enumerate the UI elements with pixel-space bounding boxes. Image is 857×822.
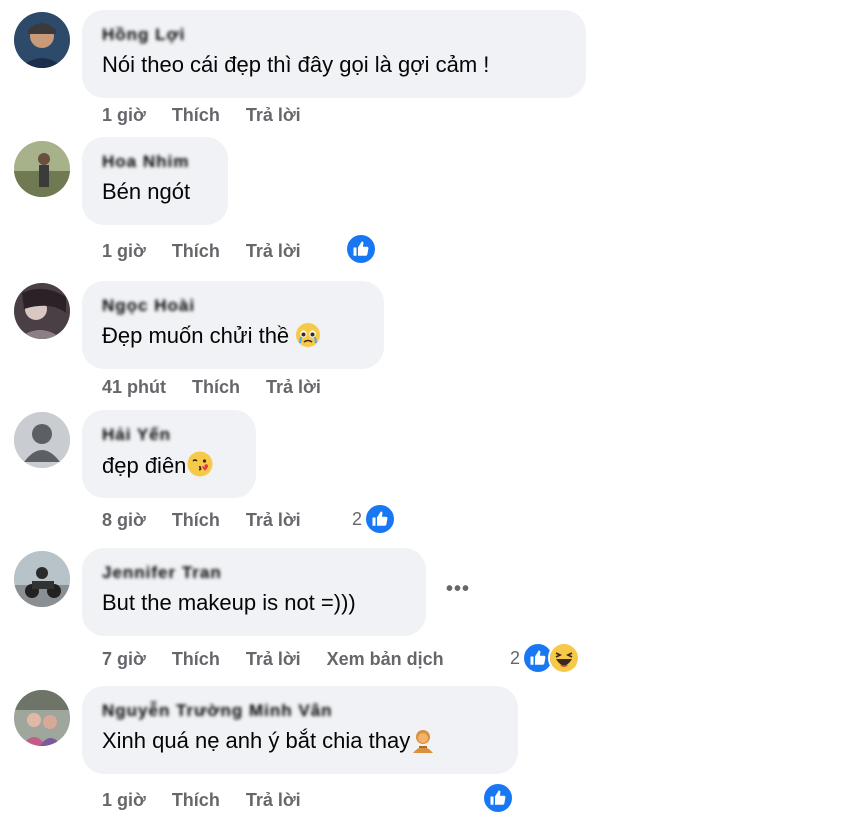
reaction-summary[interactable]: 2 bbox=[352, 503, 397, 535]
comment-bubble: Ngọc Hoài Đẹp muốn chửi thề bbox=[82, 281, 384, 369]
like-icon bbox=[482, 782, 514, 814]
crying-face-emoji bbox=[295, 322, 321, 356]
more-options-button[interactable]: ••• bbox=[446, 578, 470, 601]
avatar[interactable] bbox=[14, 141, 70, 197]
comment-actions: 1 giờ Thích Trả lời bbox=[102, 239, 327, 263]
like-icon bbox=[364, 503, 397, 535]
comment-actions: 1 giờ Thích Trả lời bbox=[102, 788, 327, 812]
haha-icon bbox=[548, 642, 581, 674]
reply-action[interactable]: Trả lời bbox=[246, 649, 301, 670]
commenter-name[interactable]: Ngọc Hoài bbox=[102, 295, 364, 317]
comment-time[interactable]: 7 giờ bbox=[102, 649, 146, 670]
comment-text-value: đẹp điên bbox=[102, 453, 187, 478]
comment-actions: 8 giờ Thích Trả lời bbox=[102, 508, 327, 532]
comment-actions: 7 giờ Thích Trả lời Xem bản dịch bbox=[102, 647, 470, 671]
commenter-name[interactable]: Jennifer Tran bbox=[102, 562, 406, 584]
comment-text: Đẹp muốn chửi thề bbox=[102, 321, 364, 356]
comment-text: đẹp điên bbox=[102, 450, 236, 486]
commenter-name[interactable]: Hồng Lợi bbox=[102, 24, 566, 46]
comment-bubble: Hoa Nhim Bén ngót bbox=[82, 137, 228, 225]
reply-action[interactable]: Trả lời bbox=[246, 510, 301, 531]
comment-time[interactable]: 1 giờ bbox=[102, 790, 146, 811]
reply-action[interactable]: Trả lời bbox=[246, 241, 301, 262]
comment-text: But the makeup is not =))) bbox=[102, 590, 356, 615]
like-action[interactable]: Thích bbox=[172, 241, 220, 262]
comment-time[interactable]: 41 phút bbox=[102, 377, 166, 398]
commenter-name[interactable]: Hải Yến bbox=[102, 424, 236, 446]
translate-action[interactable]: Xem bản dịch bbox=[327, 649, 444, 670]
comment-text: Xinh quá nẹ anh ý bắt chia thay bbox=[102, 726, 498, 761]
comment-bubble: Nguyễn Trường Minh Vân Xinh quá nẹ anh ý… bbox=[82, 686, 518, 774]
comment-text-value: Đẹp muốn chửi thề bbox=[102, 323, 290, 348]
comment-text: Bén ngót bbox=[102, 179, 191, 204]
avatar[interactable] bbox=[14, 690, 70, 746]
like-action[interactable]: Thích bbox=[172, 649, 220, 670]
comment-bubble: Jennifer Tran But the makeup is not =))) bbox=[82, 548, 426, 636]
commenter-name[interactable]: Hoa Nhim bbox=[102, 151, 208, 173]
like-action[interactable]: Thích bbox=[172, 105, 220, 126]
like-action[interactable]: Thích bbox=[172, 790, 220, 811]
like-action[interactable]: Thích bbox=[192, 377, 240, 398]
comment-bubble: Hồng Lợi Nói theo cái đẹp thì đây gọi là… bbox=[82, 10, 586, 98]
reaction-summary[interactable] bbox=[482, 782, 514, 814]
like-action[interactable]: Thích bbox=[172, 510, 220, 531]
reaction-summary[interactable]: 2 bbox=[510, 642, 581, 674]
like-icon bbox=[345, 233, 377, 265]
reply-action[interactable]: Trả lời bbox=[246, 790, 301, 811]
comment-time[interactable]: 8 giờ bbox=[102, 510, 146, 531]
comment-actions: 1 giờ Thích Trả lời bbox=[102, 103, 327, 127]
reply-action[interactable]: Trả lời bbox=[246, 105, 301, 126]
avatar[interactable] bbox=[14, 551, 70, 607]
reaction-count: 2 bbox=[510, 647, 521, 668]
reaction-summary[interactable] bbox=[345, 233, 377, 265]
avatar[interactable] bbox=[14, 12, 70, 68]
comment-bubble: Hải Yến đẹp điên bbox=[82, 410, 256, 498]
avatar[interactable] bbox=[14, 283, 70, 339]
reaction-count: 2 bbox=[352, 508, 363, 529]
comment-text: Nói theo cái đẹp thì đây gọi là gợi cảm … bbox=[102, 52, 490, 77]
comment-actions: 41 phút Thích Trả lời bbox=[102, 375, 347, 399]
comment-time[interactable]: 1 giờ bbox=[102, 241, 146, 262]
kissing-face-emoji bbox=[186, 450, 214, 486]
commenter-name[interactable]: Nguyễn Trường Minh Vân bbox=[102, 700, 498, 722]
person-emoji bbox=[410, 727, 436, 761]
reply-action[interactable]: Trả lời bbox=[266, 377, 321, 398]
comment-text-value: Xinh quá nẹ anh ý bắt chia thay bbox=[102, 728, 411, 753]
comment-time[interactable]: 1 giờ bbox=[102, 105, 146, 126]
avatar[interactable] bbox=[14, 412, 70, 468]
